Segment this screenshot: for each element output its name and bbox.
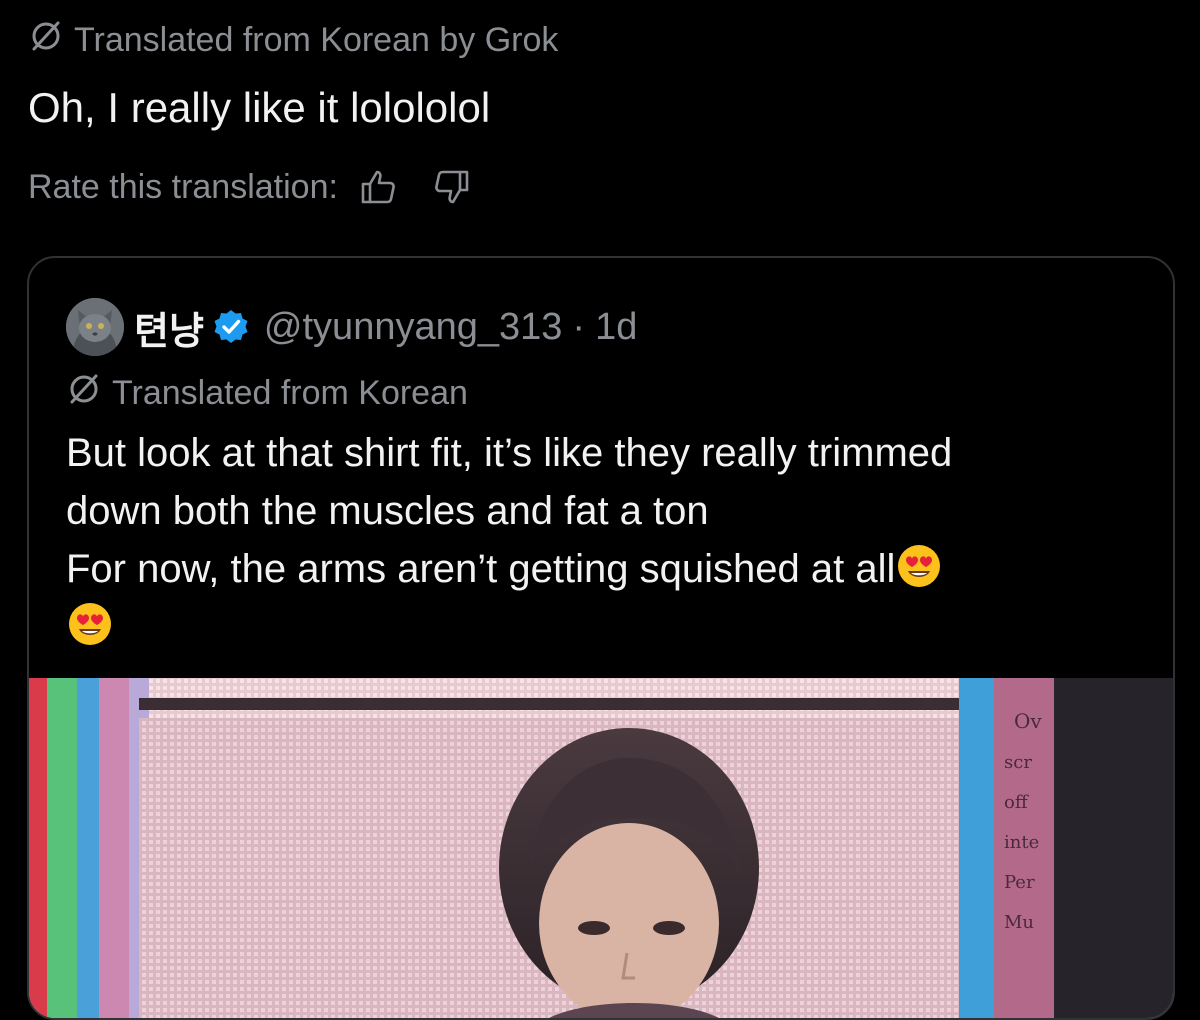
svg-text:Ov: Ov xyxy=(1014,709,1042,733)
thumbs-down-icon[interactable] xyxy=(430,165,474,209)
quoted-post-card[interactable]: 텬냥 @tyunnyang_313 · 1d Translated from K… xyxy=(27,256,1175,1020)
quoted-text-line: For now, the arms aren’t getting squishe… xyxy=(66,540,1146,598)
post-media-image[interactable]: Ov scr off inte Per Mu xyxy=(29,678,1173,1018)
avatar[interactable] xyxy=(66,298,124,356)
svg-text:off: off xyxy=(1004,792,1029,813)
translated-post-text: Oh, I really like it lolololol xyxy=(28,84,491,131)
post-timestamp[interactable]: 1d xyxy=(595,306,637,349)
quoted-text-line-content: For now, the arms aren’t getting squishe… xyxy=(66,547,896,591)
svg-text:Per: Per xyxy=(1004,872,1035,893)
translate-slash-icon xyxy=(66,371,102,416)
rate-translation-row: Rate this translation: xyxy=(28,164,474,210)
quoted-text-line: But look at that shirt fit, it’s like th… xyxy=(66,431,953,475)
user-handle[interactable]: @tyunnyang_313 xyxy=(264,306,562,349)
verified-badge-icon xyxy=(212,308,250,346)
svg-text:inte: inte xyxy=(1004,832,1039,853)
svg-text:Mu: Mu xyxy=(1004,912,1034,933)
heart-eyes-emoji-icon xyxy=(66,600,114,648)
quoted-text-line: down both the muscles and fat a ton xyxy=(66,489,709,533)
quoted-translation-label: Translated from Korean xyxy=(112,373,468,412)
svg-text:scr: scr xyxy=(1004,752,1032,773)
display-name[interactable]: 텬냥 xyxy=(134,300,204,355)
quoted-translation-label-row: Translated from Korean xyxy=(66,370,468,416)
translate-slash-icon xyxy=(28,18,64,63)
quoted-post-header: 텬냥 @tyunnyang_313 · 1d xyxy=(66,296,637,358)
translation-label: Translated from Korean by Grok xyxy=(74,20,559,59)
dot-separator: · xyxy=(572,305,586,348)
quoted-post-text: But look at that shirt fit, it’s like th… xyxy=(66,424,1146,656)
rate-translation-label: Rate this translation: xyxy=(28,167,338,206)
thumbs-up-icon[interactable] xyxy=(356,165,400,209)
quoted-text-line xyxy=(66,598,1146,656)
translation-label-row: Translated from Korean by Grok xyxy=(28,18,558,62)
heart-eyes-emoji-icon xyxy=(895,542,943,590)
